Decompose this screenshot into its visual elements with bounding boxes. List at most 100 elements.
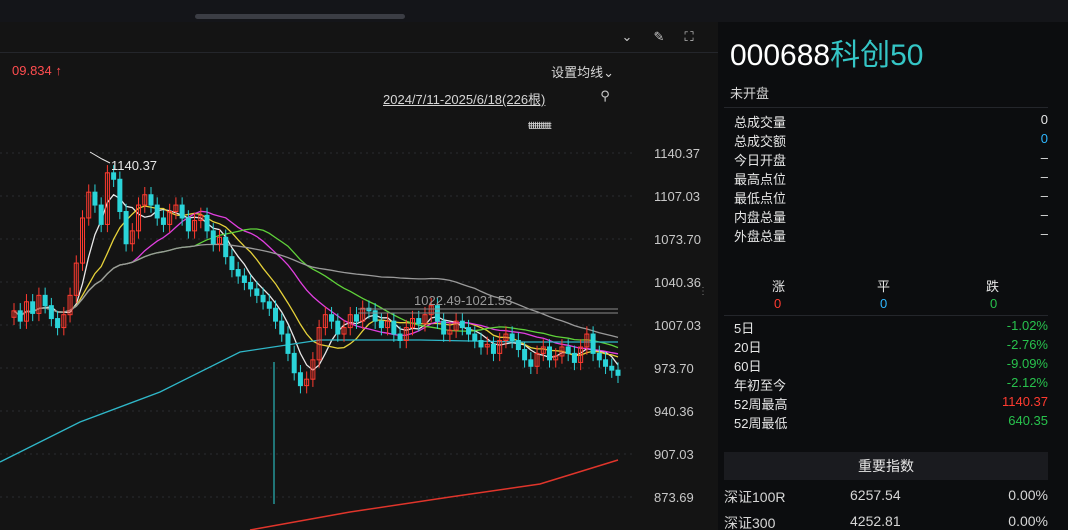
index-name: 深证300 [724, 515, 776, 530]
candle-body [291, 352, 297, 374]
candle [48, 297, 54, 327]
y-axis-tick: 940.36 [654, 404, 694, 419]
candle-body [615, 369, 621, 376]
candle-body [273, 307, 279, 322]
stat-row: 最低点位 – [734, 188, 1048, 206]
stat-value: 0 [1040, 112, 1048, 127]
candle-body [353, 314, 359, 322]
candle [179, 197, 185, 226]
candle-body [478, 339, 484, 348]
candle-body [515, 339, 521, 351]
candle-body [285, 333, 291, 354]
stat-value: 0 [1040, 131, 1048, 146]
moving-average-lines [0, 193, 619, 530]
candle [596, 345, 602, 368]
candle [123, 203, 129, 252]
candle [42, 287, 48, 314]
range-box-label: 1022.49-1021.53 [414, 293, 512, 308]
candle-body [335, 320, 341, 335]
candle [528, 352, 534, 375]
candle-body [204, 214, 210, 232]
ma20-line [13, 210, 619, 355]
candle [148, 187, 154, 213]
candle [385, 313, 391, 336]
candle [609, 358, 615, 378]
high-mark-label: 1140.37 [111, 158, 157, 173]
performance-row: 52周最低 640.35 [734, 413, 1048, 431]
candle-body [210, 230, 216, 245]
breadth-flat-count: 0 [880, 296, 888, 311]
candle-body [590, 333, 596, 354]
candlestick-plot[interactable]: 1140.37 1107.03 1073.70 1040.36 1007.03 973.7… [0, 22, 718, 530]
resize-handle-icon: ⋮ [698, 286, 708, 297]
y-axis-tick: 1040.36 [654, 275, 701, 290]
breadth-down-count: 0 [990, 296, 998, 311]
performance-label: 52周最低 [734, 416, 788, 431]
candle [98, 197, 104, 233]
candle-body [528, 359, 534, 367]
performance-row: 60日 -9.09% [734, 356, 1048, 374]
security-code: 000688 [730, 39, 831, 72]
candle-body [260, 294, 266, 303]
candle-body [596, 352, 602, 361]
high-mark-arrow [89, 151, 111, 164]
candle-body [603, 359, 609, 367]
candle-body [266, 301, 272, 309]
index-row[interactable]: 深证300 4252.81 0.00% [724, 513, 1048, 530]
stat-value: – [1040, 226, 1048, 241]
candle [490, 336, 496, 362]
candle-body [459, 320, 465, 329]
index-row[interactable]: 深证100R 6257.54 0.00% [724, 487, 1048, 509]
candle [279, 313, 285, 342]
candle [291, 345, 297, 381]
candle [472, 326, 478, 349]
candle [441, 313, 447, 342]
performance-row: 52周最高 1140.37 [734, 394, 1048, 412]
candle [571, 345, 577, 371]
performance-value: 640.35 [1008, 413, 1048, 428]
candle-body [490, 343, 496, 354]
candle-body [92, 191, 98, 206]
candle [341, 319, 347, 342]
performance-label: 5日 [734, 321, 755, 336]
candle [129, 223, 135, 252]
candle-body [547, 346, 553, 361]
candle [192, 212, 198, 239]
horizontal-scrollbar[interactable] [195, 14, 405, 19]
candle [92, 184, 98, 213]
stat-label: 内盘总量 [734, 210, 787, 225]
security-title: 000688科创50 [730, 30, 923, 74]
y-axis-tick: 973.70 [654, 361, 694, 376]
y-axis-tick: 1140.37 [654, 146, 700, 161]
candle-body [248, 281, 254, 290]
candle-body [98, 204, 104, 225]
performance-value: -9.09% [1006, 356, 1048, 371]
candle [55, 310, 61, 336]
stat-value: – [1040, 150, 1048, 165]
candle-body [241, 275, 247, 283]
index-change: 0.00% [1008, 487, 1048, 503]
candle [173, 197, 179, 220]
stat-label: 最高点位 [734, 172, 787, 187]
candle-body [329, 314, 335, 322]
candle-body [179, 204, 185, 219]
kline-chart-panel[interactable]: ⌄ ✎ ⛶ 09.834 ↑ 设置均线⌄ 2024/7/11-2025/6/18… [0, 22, 718, 530]
y-axis-tick: 1107.03 [654, 189, 700, 204]
divider [724, 315, 1048, 316]
breadth-up-count: 0 [774, 296, 782, 311]
stat-row: 内盘总量 – [734, 207, 1048, 225]
candle [478, 332, 484, 355]
candle [304, 371, 310, 394]
performance-row: 年初至今 -2.12% [734, 375, 1048, 393]
performance-value: 1140.37 [1001, 394, 1048, 409]
important-indices-header[interactable]: 重要指数 [724, 452, 1048, 480]
stat-row: 今日开盘 – [734, 150, 1048, 168]
candle [297, 364, 303, 394]
performance-label: 20日 [734, 340, 762, 355]
candle-body [397, 333, 403, 341]
candle-body [378, 320, 384, 329]
stat-label: 总成交量 [734, 115, 787, 130]
candle-body [229, 256, 235, 271]
candle-body [522, 349, 528, 361]
index-name: 深证100R [724, 489, 786, 505]
